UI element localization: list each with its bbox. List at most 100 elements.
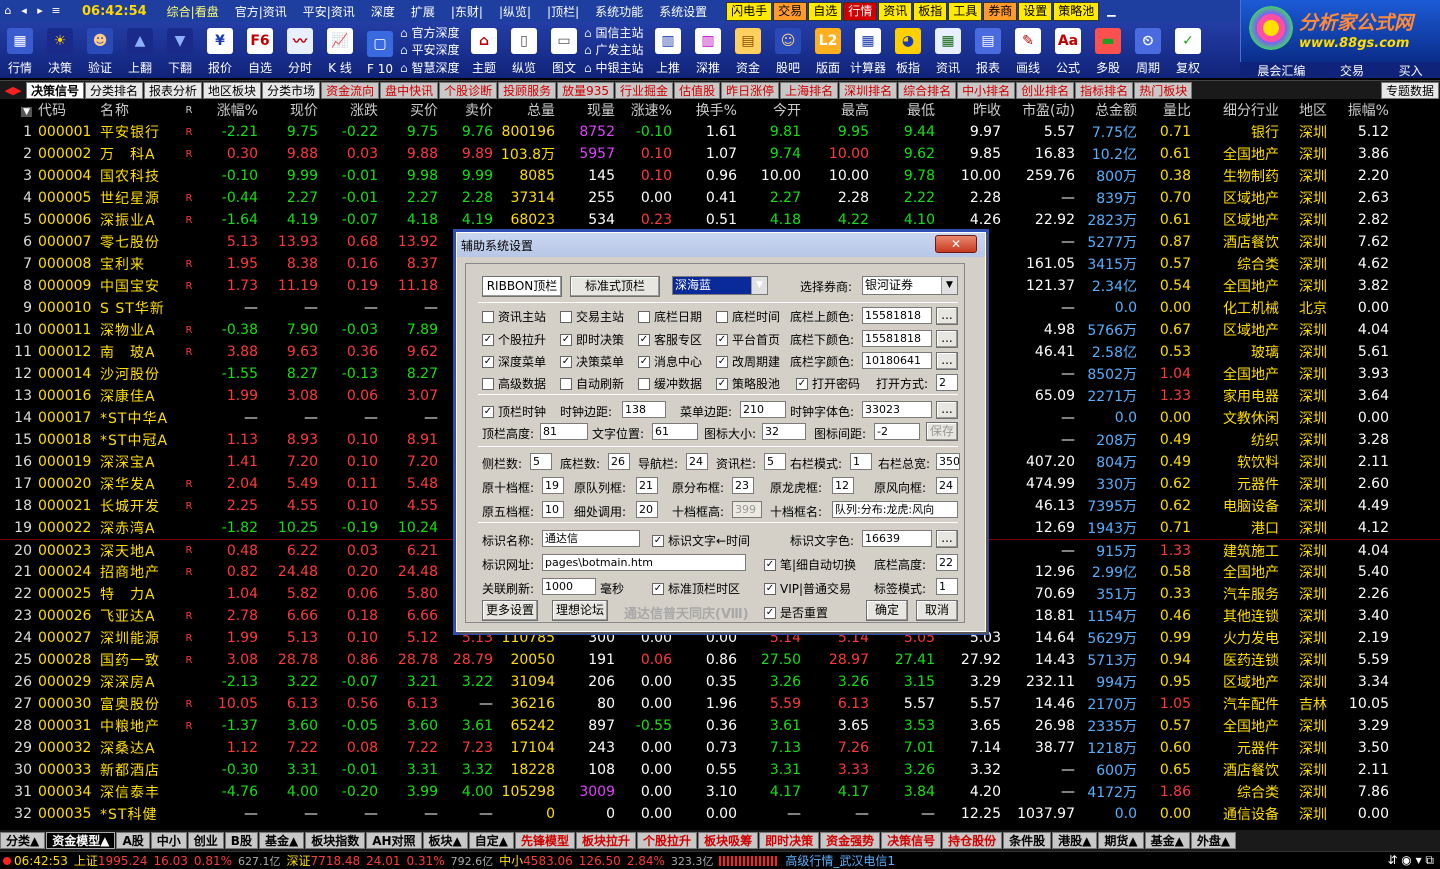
bottom-tab[interactable]: 分类▲ <box>0 832 46 849</box>
hot-menu-item[interactable]: 行情 <box>843 1 878 21</box>
checkbox-icon[interactable] <box>638 377 650 390</box>
dialog-checkbox[interactable]: 底栏日期 <box>638 308 702 325</box>
tab-standard[interactable]: 标准式顶栏 <box>570 276 660 297</box>
hot-menu-item[interactable]: 券商 <box>983 1 1018 21</box>
column-header[interactable]: 现量 <box>555 100 615 120</box>
checkbox-checked-icon[interactable]: ✓ <box>716 355 728 368</box>
f10name-input[interactable]: 队列:分布:龙虎:风向 <box>832 501 958 518</box>
checkbox-checked-icon[interactable]: ✓ <box>482 405 494 418</box>
toolbar-group-item[interactable]: 广发主站 <box>584 41 648 58</box>
dialog-checkbox[interactable]: ✓ 深度菜单 <box>482 353 546 370</box>
theme-select[interactable]: 深海蓝 ▼ <box>672 276 768 295</box>
toolbar-button[interactable]: ▬ 多股 <box>1088 22 1128 78</box>
dialog-checkbox[interactable]: ✓ 个股拉升 <box>482 331 546 348</box>
toolbar-button[interactable]: ✓ 复权 <box>1168 22 1208 78</box>
top-menu-item[interactable]: 综合|看盘 <box>159 3 227 20</box>
toolbar-button[interactable]: ⌂ 主题 <box>464 22 504 78</box>
category-tab[interactable]: 个股诊断 <box>439 81 498 99</box>
top-menu-item[interactable]: 官方|资讯 <box>227 3 295 20</box>
text-pos-input[interactable]: 61 <box>652 423 698 440</box>
table-row[interactable]: 2 000002 万 科A R 0.30 9.88 0.03 9.88 9.89 103.8万 59… <box>0 143 1440 165</box>
scroll-arrows-icon[interactable]: ◀▶ <box>0 84 26 97</box>
category-tab[interactable]: 昨日涨停 <box>721 81 780 99</box>
bottom-count-input[interactable]: 26 <box>608 453 630 470</box>
top-menu-item[interactable]: 系统设置 <box>651 3 715 20</box>
hot-menu-item[interactable]: 交易 <box>773 1 808 21</box>
dialog-checkbox[interactable]: ✓ 决策菜单 <box>560 353 624 370</box>
dialog-checkbox[interactable]: 交易主站 <box>560 308 624 325</box>
column-header[interactable]: 总金额 <box>1075 100 1137 120</box>
pen-check[interactable]: ✓ 笔|细自动切换 <box>764 556 856 573</box>
checkbox-icon[interactable] <box>482 310 494 323</box>
bottom-tab[interactable]: 先锋模型 <box>515 832 576 849</box>
f5-input[interactable]: 10 <box>542 501 564 518</box>
vip-check[interactable]: ✓ VIP|普通交易 <box>764 580 851 597</box>
toolbar-right-item[interactable]: 交易 <box>1340 62 1364 78</box>
color-top-picker[interactable]: ... <box>936 307 958 325</box>
column-header[interactable]: 涨幅% <box>198 100 258 120</box>
table-row[interactable]: 30 000033 新都酒店 -0.30 3.31 -0.01 3.31 3.32 18228 1… <box>0 759 1440 781</box>
bottom-tab[interactable]: 即时决策 <box>759 832 820 849</box>
checkbox-icon[interactable] <box>560 377 572 390</box>
toolbar-button[interactable]: ▲ 上翻 <box>120 22 160 78</box>
right-width-input[interactable]: 350 <box>936 453 960 470</box>
hot-menu-item[interactable]: 设置 <box>1018 1 1053 21</box>
dialog-checkbox[interactable]: ✓ 打开密码 <box>796 375 860 392</box>
checkbox-checked-icon[interactable]: ✓ <box>796 377 808 390</box>
dialog-checkbox[interactable]: 缓冲数据 <box>638 375 702 392</box>
id-url-input[interactable]: pages\botmain.htm <box>542 554 746 571</box>
checkbox-icon[interactable] <box>638 310 650 323</box>
color-bot-input[interactable]: 15581818 <box>862 330 932 347</box>
top-menu-item[interactable]: 深度 <box>363 3 403 20</box>
checkbox-checked-icon[interactable]: ✓ <box>716 377 728 390</box>
dialog-checkbox[interactable]: ✓ 客服专区 <box>638 331 702 348</box>
category-tab[interactable]: 中小排名 <box>957 81 1016 99</box>
toolbar-group-item[interactable]: 平安深度 <box>400 41 464 58</box>
category-tab[interactable]: 盘中快讯 <box>380 81 439 99</box>
table-row[interactable]: 27 000030 富奥股份 R 10.05 6.13 0.56 6.13 — 36216 80 0.… <box>0 693 1440 715</box>
cancel-button[interactable]: 取消 <box>916 600 958 621</box>
bottom-tab[interactable]: 板块▲ <box>422 832 468 849</box>
toolbar-button[interactable]: ▦ 行情 <box>0 22 40 78</box>
broker-select[interactable]: 银河证券 ▼ <box>862 276 958 295</box>
top-height-input[interactable]: 81 <box>540 423 588 440</box>
bottom-tab[interactable]: 港股▲ <box>1052 832 1098 849</box>
icon-size-input[interactable]: 32 <box>762 423 806 440</box>
sign-mode-input[interactable]: 1 <box>936 578 958 595</box>
toolbar-button[interactable]: ▢ F 10 <box>360 22 400 78</box>
checkbox-checked-icon[interactable]: ✓ <box>638 333 650 346</box>
toolbar-button[interactable]: ⏲ 周期 <box>1128 22 1168 78</box>
toolbar-group-item[interactable]: 国信主站 <box>584 24 648 41</box>
bottom-tab[interactable]: 持仓股份 <box>942 832 1003 849</box>
bottom-tab[interactable]: AH对照 <box>366 832 422 849</box>
id-color-input[interactable]: 16639 <box>862 530 932 547</box>
column-header[interactable]: 买价 <box>378 100 438 120</box>
fine-input[interactable]: 20 <box>636 501 658 518</box>
column-header[interactable]: 涨跌 <box>318 100 378 120</box>
tab-special-data[interactable]: 专题数据 <box>1380 81 1439 99</box>
checkbox-icon[interactable] <box>716 310 728 323</box>
bottom-tab[interactable]: 自定▲ <box>468 832 515 849</box>
toolbar-right-item[interactable]: 买入 <box>1399 62 1423 78</box>
toolbar-button[interactable]: ▦ 计算器 <box>848 22 888 78</box>
column-header[interactable]: 市盈(动) <box>1001 100 1075 120</box>
column-header[interactable]: 卖价 <box>438 100 493 120</box>
toolbar-button[interactable]: ▤ 报表 <box>968 22 1008 78</box>
bot-height-input[interactable]: 22 <box>936 554 958 571</box>
category-tab[interactable]: 分类市场 <box>262 81 321 99</box>
checkbox-icon[interactable] <box>482 377 494 390</box>
toolbar-group-item[interactable]: 智慧深度 <box>400 59 464 76</box>
checkbox-checked-icon[interactable]: ✓ <box>482 333 494 346</box>
column-header[interactable]: 细分行业 <box>1191 100 1279 120</box>
id-time-check[interactable]: ✓ 标识文字←时间 <box>652 532 750 549</box>
team-input[interactable]: 21 <box>636 477 658 494</box>
dragon-input[interactable]: 12 <box>832 477 854 494</box>
toolbar-button[interactable]: 📈 K 线 <box>320 22 360 78</box>
hot-menu-item[interactable]: 板指 <box>913 1 948 21</box>
toolbar-button[interactable]: ▼ 下翻 <box>160 22 200 78</box>
clock-font-input[interactable]: 33023 <box>862 401 932 418</box>
hot-menu-item[interactable]: 自选 <box>808 1 843 21</box>
table-row[interactable]: 25 000028 国药一致 R 3.08 28.78 0.86 28.78 28.79 2005… <box>0 649 1440 671</box>
category-tab[interactable]: 综合排名 <box>898 81 957 99</box>
bottom-tab[interactable]: 资金强势 <box>820 832 881 849</box>
